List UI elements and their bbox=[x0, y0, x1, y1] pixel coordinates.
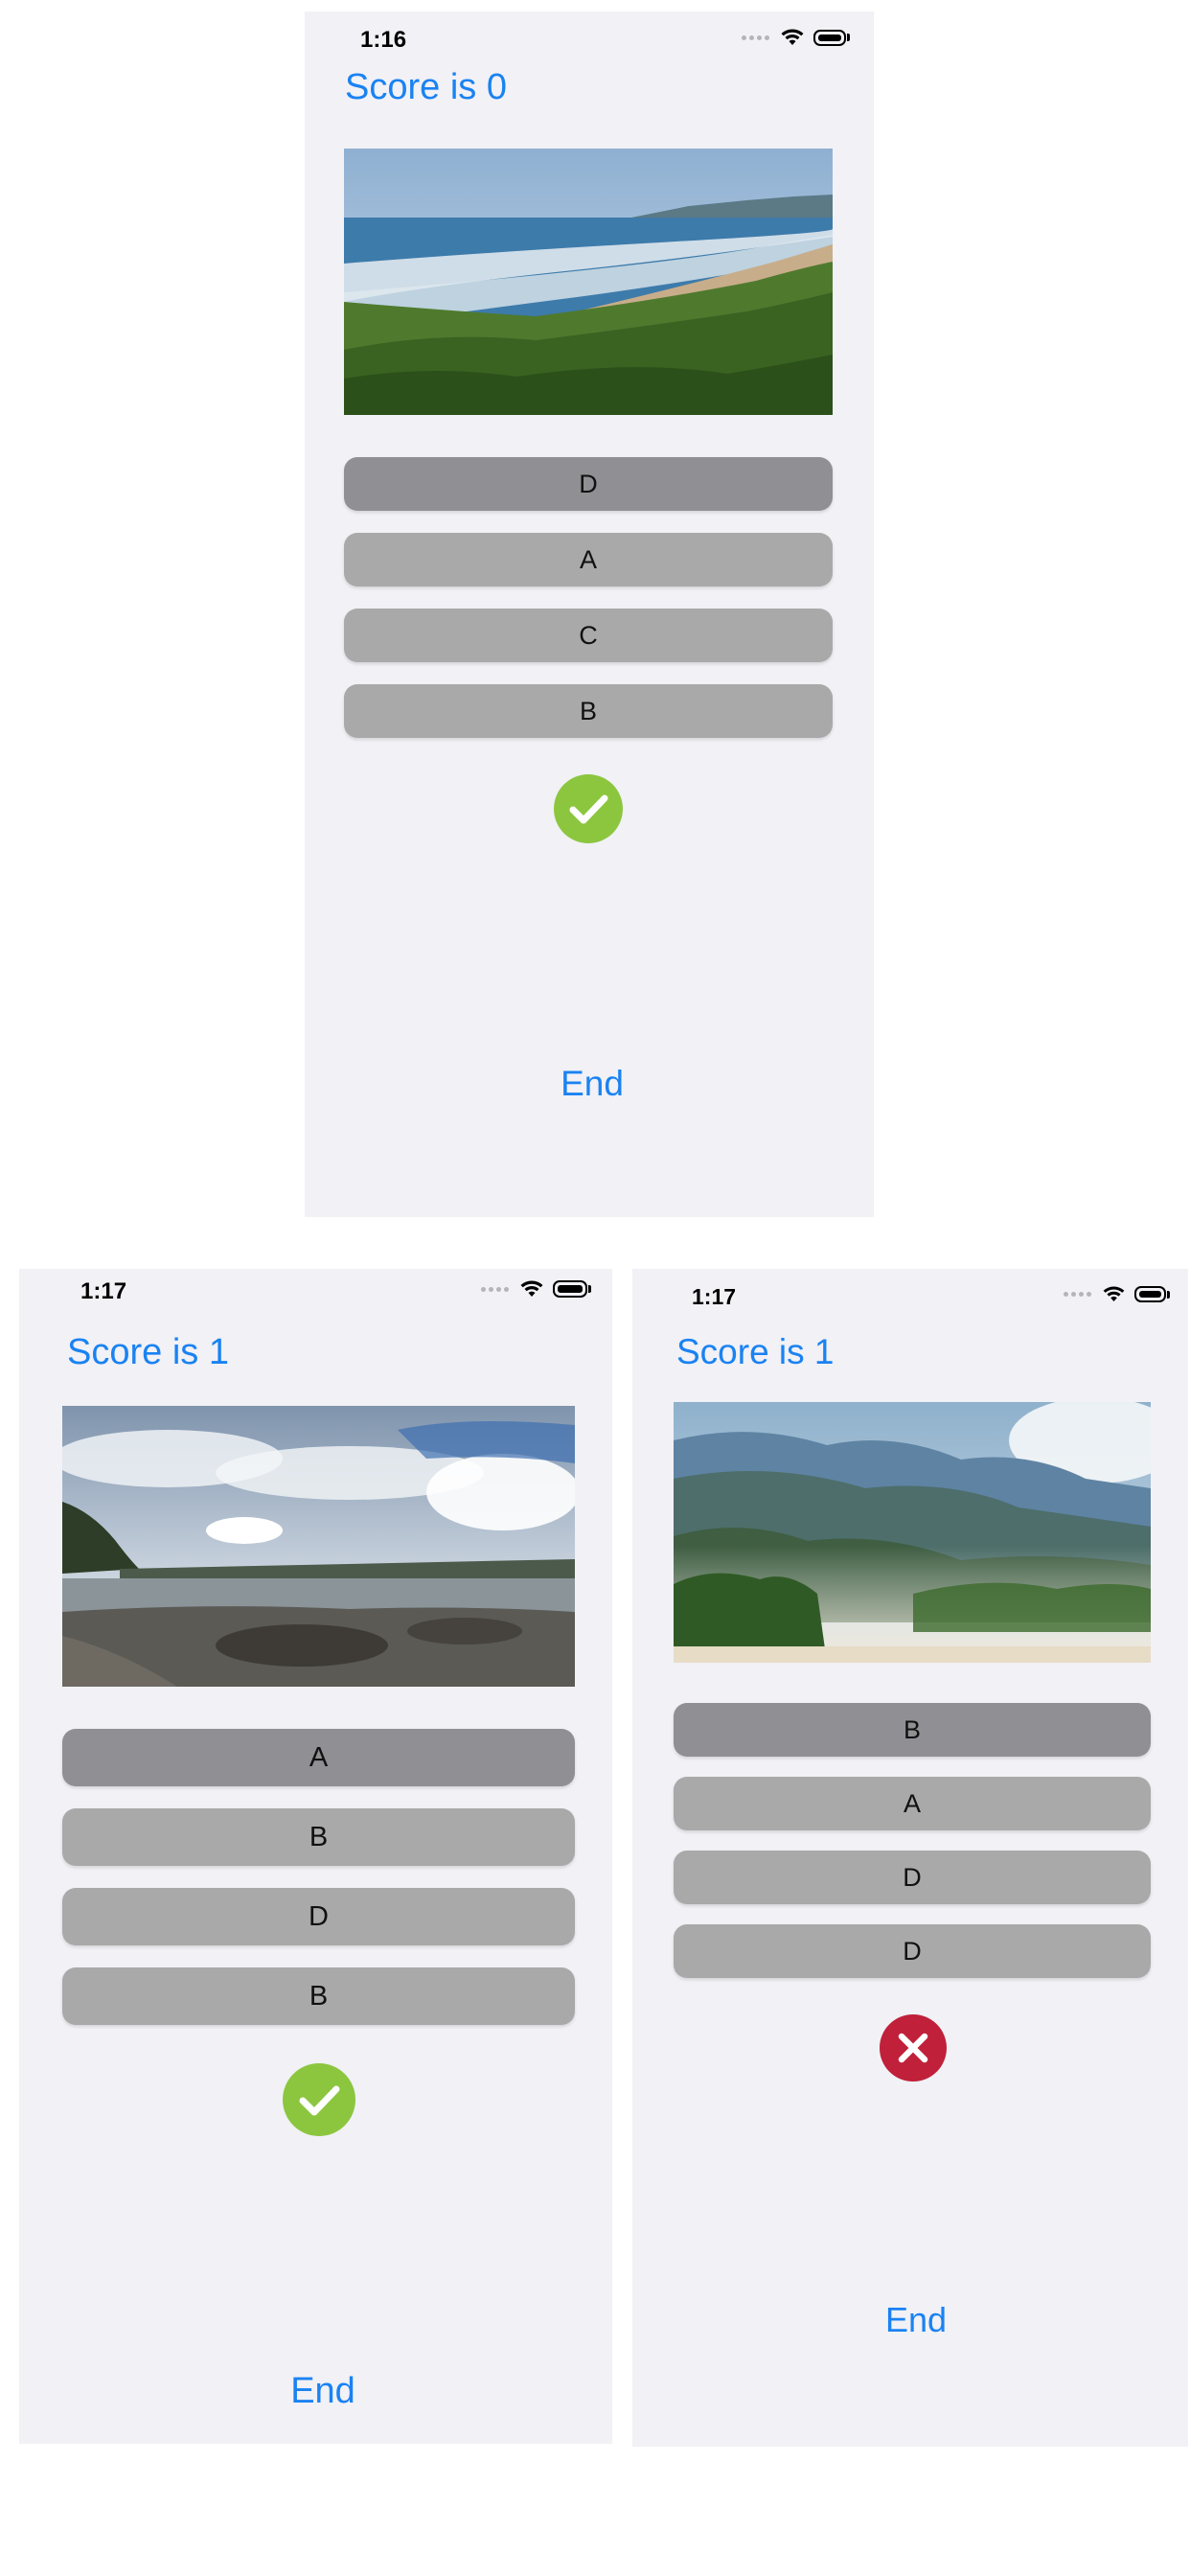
answer-button-1[interactable]: A bbox=[62, 1729, 575, 1786]
answer-button-4[interactable]: D bbox=[674, 1924, 1151, 1978]
answer-button-1[interactable]: D bbox=[344, 457, 833, 511]
answer-button-3[interactable]: C bbox=[344, 609, 833, 662]
score-label: Score is 1 bbox=[67, 1332, 229, 1372]
misty-mountains-icon bbox=[674, 1402, 1151, 1663]
answer-button-2[interactable]: A bbox=[344, 533, 833, 586]
status-icons bbox=[481, 1280, 591, 1298]
score-label: Score is 1 bbox=[676, 1332, 835, 1371]
checkmark-icon bbox=[283, 2063, 355, 2136]
rocky-beach-icon bbox=[62, 1406, 575, 1687]
score-label: Score is 0 bbox=[345, 67, 507, 107]
answer-button-4[interactable]: B bbox=[62, 1967, 575, 2025]
battery-icon bbox=[813, 29, 850, 46]
battery-icon bbox=[1134, 1286, 1170, 1302]
checkmark-icon bbox=[554, 774, 623, 843]
answer-button-3[interactable]: D bbox=[674, 1851, 1151, 1904]
status-time: 1:17 bbox=[80, 1278, 127, 1304]
signal-icon bbox=[481, 1286, 509, 1292]
answer-button-4[interactable]: B bbox=[344, 684, 833, 738]
status-icons bbox=[1064, 1286, 1170, 1302]
answer-button-2[interactable]: B bbox=[62, 1808, 575, 1866]
answer-button-1[interactable]: B bbox=[674, 1703, 1151, 1757]
battery-icon bbox=[553, 1280, 591, 1298]
status-time: 1:16 bbox=[360, 27, 407, 53]
status-time: 1:17 bbox=[692, 1284, 737, 1309]
answer-button-2[interactable]: A bbox=[674, 1777, 1151, 1830]
signal-icon bbox=[1064, 1292, 1091, 1297]
answer-button-3[interactable]: D bbox=[62, 1888, 575, 1945]
end-button[interactable]: End bbox=[19, 2371, 612, 2412]
wifi-icon bbox=[781, 29, 804, 45]
quiz-screen-3: 1:17 Score is 1 B A D D End bbox=[632, 1269, 1188, 2447]
end-button[interactable]: End bbox=[632, 2300, 1188, 2340]
status-icons bbox=[742, 29, 850, 46]
quiz-screen-1: 1:16 Score is 0 D A C B End bbox=[305, 12, 874, 1217]
x-mark-icon bbox=[880, 2014, 947, 2082]
signal-icon bbox=[742, 34, 769, 40]
end-button[interactable]: End bbox=[305, 1064, 874, 1104]
quiz-screen-2: 1:17 Score is 1 A B D B End bbox=[19, 1269, 612, 2444]
coastline-icon bbox=[344, 149, 833, 415]
wifi-icon bbox=[1103, 1286, 1125, 1302]
wifi-icon bbox=[520, 1280, 543, 1297]
